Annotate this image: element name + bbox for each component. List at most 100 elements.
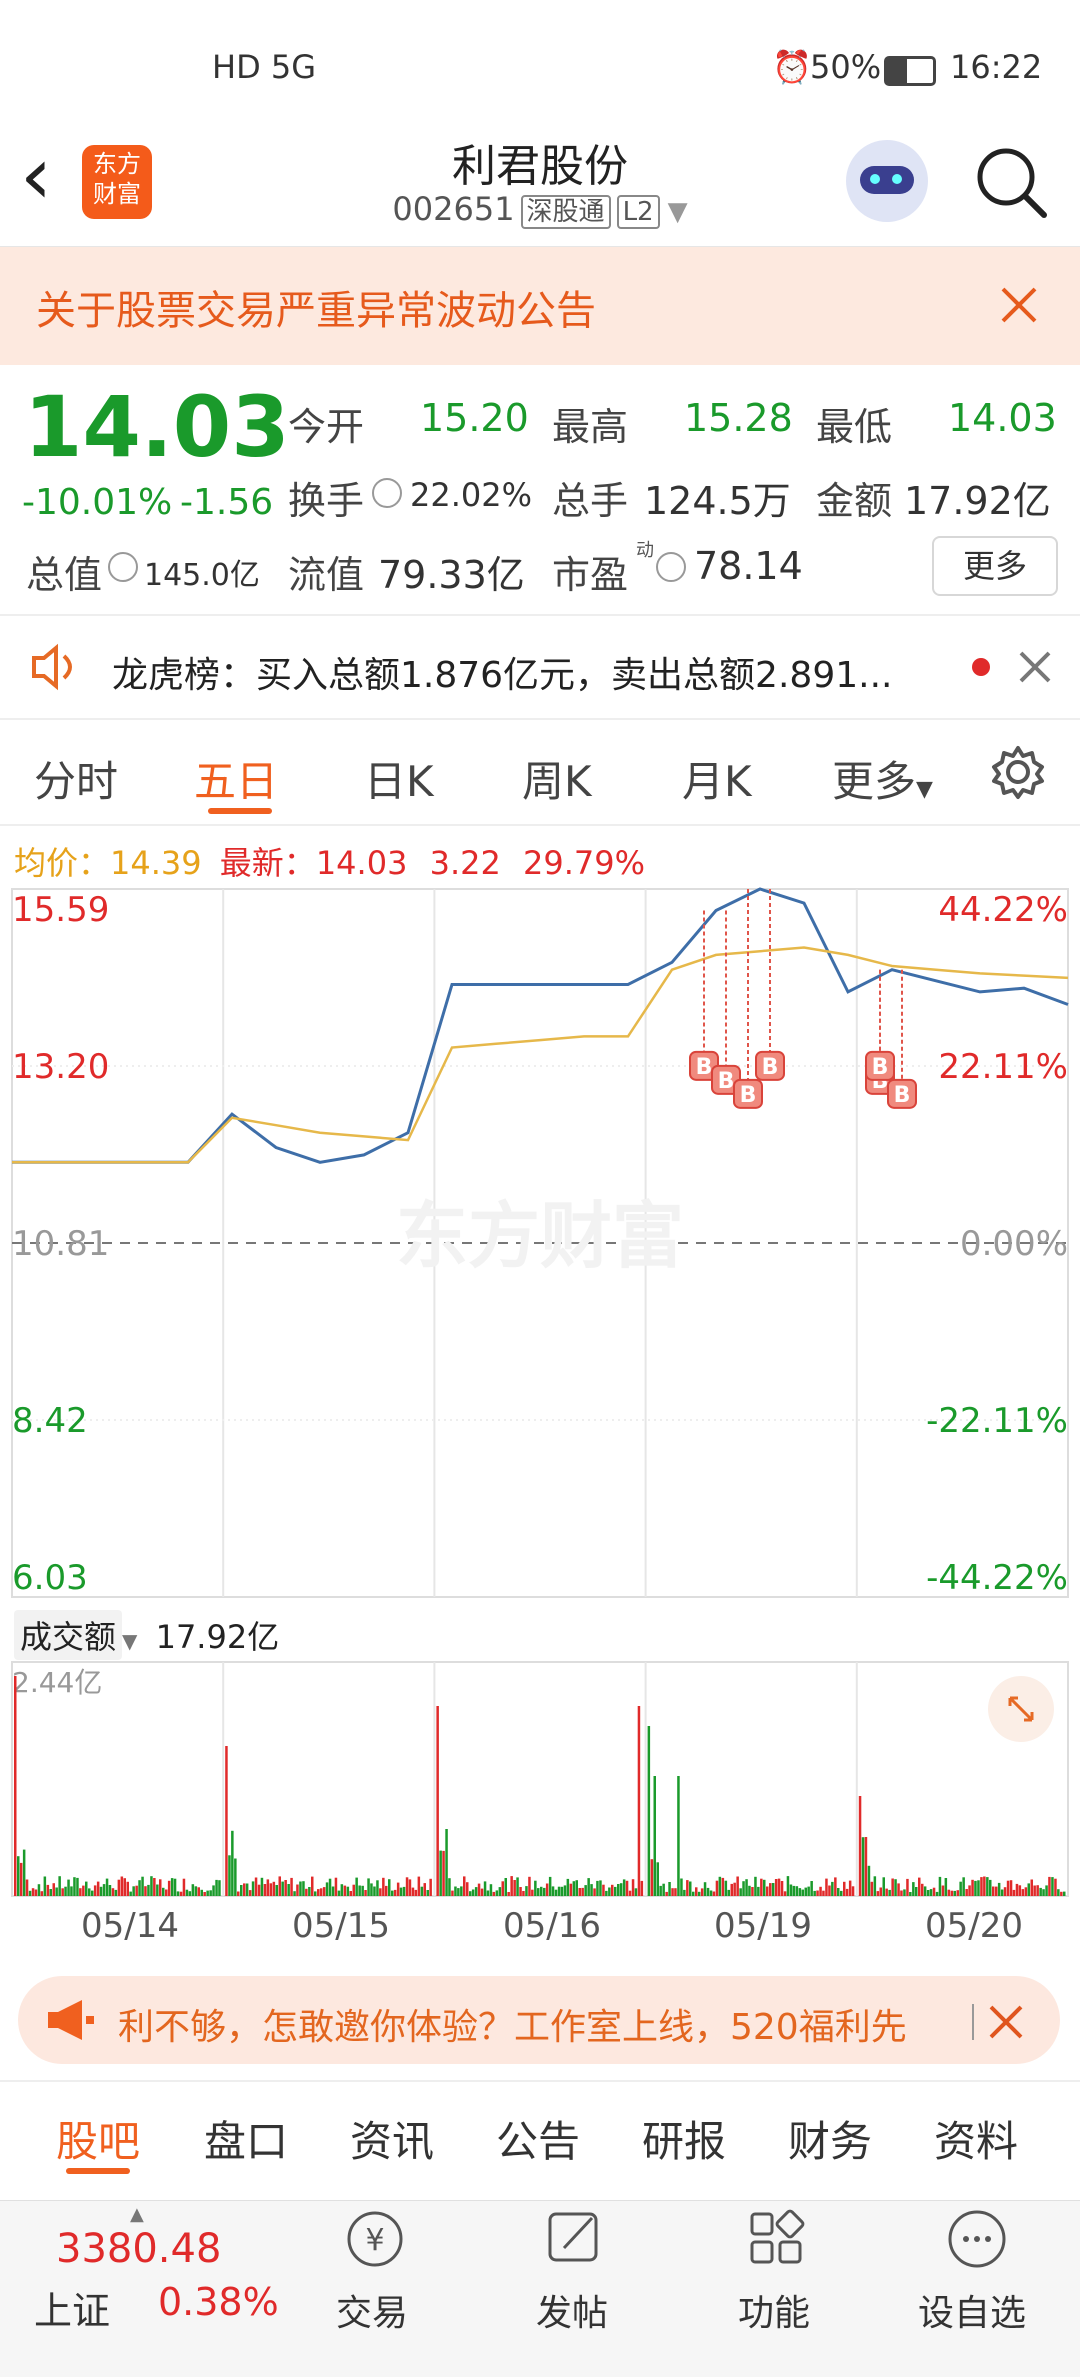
tab-five-day[interactable]: 五日 xyxy=(194,748,278,809)
volume-bar xyxy=(608,1887,611,1896)
volume-bar xyxy=(834,1877,837,1896)
volume-bar xyxy=(721,1877,725,1896)
volume-bar xyxy=(879,1887,882,1896)
volume-bar xyxy=(843,1881,846,1896)
volume-bar xyxy=(123,1878,126,1896)
tab-news[interactable]: 资讯 xyxy=(350,2108,434,2169)
volume-bar xyxy=(674,1888,677,1896)
nav-watchlist-label[interactable]: 设自选 xyxy=(918,2284,1026,2336)
volume-bar xyxy=(1024,1887,1028,1896)
volume-bar xyxy=(971,1879,974,1896)
volume-bar xyxy=(736,1876,739,1896)
tab-daily-k[interactable]: 日K xyxy=(364,748,434,809)
volume-bar xyxy=(777,1878,781,1896)
volume-bar xyxy=(343,1885,347,1896)
volume-frame xyxy=(11,1661,1069,1897)
tab-announcements[interactable]: 公告 xyxy=(496,2108,580,2169)
info-icon[interactable] xyxy=(372,478,402,508)
volume-bar xyxy=(170,1878,174,1896)
close-icon[interactable] xyxy=(1018,650,1052,684)
volume-bar xyxy=(959,1881,962,1896)
volume-bar xyxy=(867,1865,871,1896)
volume-bar xyxy=(634,1888,638,1896)
speaker-icon xyxy=(32,643,72,691)
volume-bar xyxy=(385,1885,388,1896)
info-icon[interactable] xyxy=(656,552,686,582)
nav-trade-label[interactable]: 交易 xyxy=(336,2284,408,2336)
tab-weekly-k[interactable]: 周K xyxy=(522,748,592,809)
volume-bar xyxy=(43,1876,47,1896)
dragon-tiger-notice[interactable]: 龙虎榜：买入总额1.876亿元，卖出总额2.891... xyxy=(112,646,892,698)
index-name[interactable]: 上证 xyxy=(34,2280,110,2335)
trade-icon[interactable]: ¥ xyxy=(340,2206,410,2272)
index-value[interactable]: 3380.48 xyxy=(56,2226,221,2272)
volume-bar xyxy=(1036,1885,1039,1896)
volume-bar xyxy=(709,1890,713,1896)
tab-profile[interactable]: 资料 xyxy=(934,2108,1018,2169)
volume-bar xyxy=(411,1887,415,1896)
volume-bar xyxy=(712,1891,716,1896)
announcement-text[interactable]: 关于股票交易严重异常波动公告 xyxy=(36,278,596,336)
expand-icon[interactable] xyxy=(988,1676,1054,1742)
volume-bar xyxy=(516,1877,519,1896)
tab-finance[interactable]: 财务 xyxy=(788,2108,872,2169)
volume-bar xyxy=(173,1878,177,1896)
five-day-price-chart[interactable]: 东方财富 15.59 44.22% 13.20 22.11% 10.81 0.00% 8.42… xyxy=(0,885,1080,1605)
volume-bar xyxy=(1009,1880,1013,1896)
nav-function-label[interactable]: 功能 xyxy=(738,2284,810,2336)
info-icon[interactable] xyxy=(108,552,138,582)
low-label: 最低 xyxy=(816,405,893,449)
volume-bar xyxy=(909,1892,912,1896)
add-watch-icon[interactable] xyxy=(944,2206,1010,2272)
search-icon[interactable] xyxy=(974,145,1050,221)
volume-bar xyxy=(191,1884,195,1896)
volume-bar xyxy=(254,1877,258,1896)
tab-monthly-k[interactable]: 月K xyxy=(682,748,752,809)
y-axis-right-label: 44.22% xyxy=(938,890,1068,930)
volume-bar xyxy=(831,1881,834,1896)
battery-percent: 50% xyxy=(810,48,882,86)
promo-text[interactable]: 利不够，怎敢邀你体验？工作室上线，520福利先 xyxy=(118,1998,907,2050)
volume-bar xyxy=(851,1886,855,1896)
volume-bar xyxy=(70,1886,73,1896)
divider xyxy=(972,2004,974,2040)
volume-bar xyxy=(554,1889,558,1896)
unread-dot xyxy=(972,658,990,676)
volume-bar xyxy=(786,1876,790,1896)
nav-post-label[interactable]: 发帖 xyxy=(536,2284,608,2336)
tab-intraday[interactable]: 分时 xyxy=(34,748,118,809)
close-icon[interactable] xyxy=(1000,286,1038,324)
volume-bar xyxy=(605,1890,608,1896)
tab-guba[interactable]: 股吧 xyxy=(56,2108,140,2169)
robot-assistant-icon[interactable] xyxy=(846,140,928,222)
more-button[interactable]: 更多 xyxy=(932,536,1058,596)
volume-bar xyxy=(828,1885,831,1896)
post-icon[interactable] xyxy=(542,2206,608,2272)
close-icon[interactable] xyxy=(988,2004,1024,2040)
volume-bar xyxy=(548,1876,552,1896)
volume-bar xyxy=(891,1878,894,1896)
settings-gear-icon[interactable] xyxy=(990,744,1046,800)
volume-bar xyxy=(117,1879,121,1896)
volume-bar xyxy=(52,1883,55,1896)
volume-title[interactable]: 成交额 ▼ 17.92亿 xyxy=(14,1610,279,1660)
volume-bar xyxy=(692,1891,695,1896)
tab-research[interactable]: 研报 xyxy=(642,2108,726,2169)
grid-icon[interactable] xyxy=(744,2206,810,2272)
volume-bar xyxy=(423,1883,426,1896)
tab-more[interactable]: 更多▼ xyxy=(832,748,933,809)
volume-bar xyxy=(683,1889,686,1896)
volume-bar xyxy=(974,1880,977,1896)
chevron-up-icon[interactable]: ▲ xyxy=(130,2204,144,2225)
volume-bar xyxy=(840,1890,843,1896)
volume-bar xyxy=(299,1881,302,1896)
volume-bar xyxy=(105,1878,109,1896)
index-change[interactable]: 0.38% xyxy=(158,2280,279,2324)
tab-pankou[interactable]: 盘口 xyxy=(204,2108,288,2169)
volume-bar xyxy=(560,1886,564,1897)
volume-bar xyxy=(637,1706,641,1896)
divider xyxy=(0,824,1080,826)
volume-bar xyxy=(825,1878,828,1896)
volume-bar xyxy=(49,1889,52,1896)
volume-chart[interactable]: 2.44亿 xyxy=(0,1660,1080,1900)
